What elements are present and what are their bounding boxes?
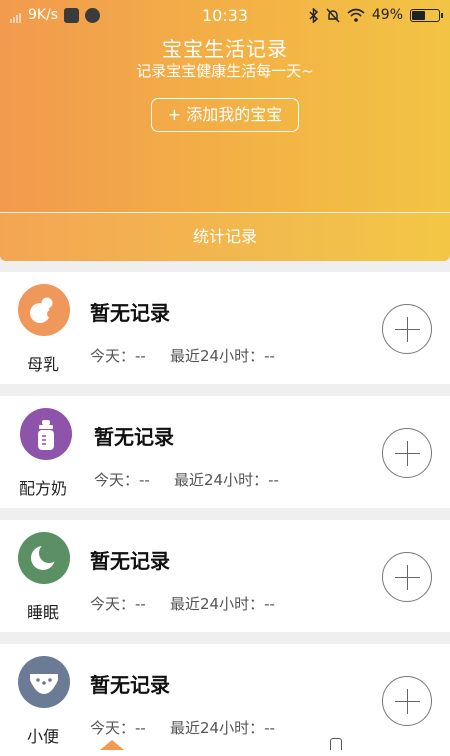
- record-card-formula[interactable]: 配方奶 暂无记录 今天：-- 最近24小时：--: [0, 396, 450, 508]
- category-label: 小便: [26, 727, 59, 746]
- profile-tab-icon[interactable]: [330, 738, 342, 750]
- today-count: 今天：--: [90, 595, 146, 613]
- wifi-icon: [347, 8, 365, 22]
- recent-24h-count: 最近24小时：--: [174, 471, 279, 489]
- add-baby-button[interactable]: + 添加我的宝宝: [151, 98, 299, 132]
- recent-24h-count: 最近24小时：--: [170, 595, 275, 613]
- today-count: 今天：--: [90, 719, 146, 737]
- category-label: 睡眠: [26, 603, 59, 622]
- battery-percent: 49%: [371, 7, 403, 23]
- today-count: 今天：--: [90, 347, 146, 365]
- add-record-button[interactable]: [382, 552, 432, 602]
- record-status: 暂无记录: [94, 425, 174, 449]
- record-status: 暂无记录: [90, 673, 170, 697]
- stats-button[interactable]: 统计记录: [0, 213, 450, 261]
- header: 9K/s 10:33 49% 宝宝生活记录 记录宝宝健康生活每一天~ + 添加我…: [0, 0, 450, 212]
- home-tab-icon[interactable]: [100, 740, 124, 750]
- battery-icon: [410, 8, 443, 22]
- add-record-button[interactable]: [382, 428, 432, 478]
- mute-icon: [326, 8, 340, 22]
- record-card-sleep[interactable]: 睡眠 暂无记录 今天：-- 最近24小时：--: [0, 520, 450, 632]
- record-status: 暂无记录: [90, 549, 170, 573]
- bluetooth-icon: [309, 7, 318, 23]
- record-card-breastfeeding[interactable]: 母乳 暂无记录 今天：-- 最近24小时：--: [0, 272, 450, 384]
- page-title: 宝宝生活记录: [162, 37, 288, 61]
- add-record-button[interactable]: [382, 676, 432, 726]
- diaper-icon: [18, 656, 70, 708]
- page-subtitle: 记录宝宝健康生活每一天~: [136, 62, 314, 80]
- record-status: 暂无记录: [90, 301, 170, 325]
- today-count: 今天：--: [94, 471, 150, 489]
- bottle-icon: [20, 408, 72, 460]
- add-record-button[interactable]: [382, 304, 432, 354]
- recent-24h-count: 最近24小时：--: [170, 347, 275, 365]
- moon-icon: [18, 532, 70, 584]
- status-bar: 9K/s 10:33 49%: [0, 0, 450, 32]
- breastfeeding-icon: [18, 284, 70, 336]
- category-label: 配方奶: [18, 479, 67, 498]
- category-label: 母乳: [26, 355, 59, 374]
- recent-24h-count: 最近24小时：--: [170, 719, 275, 737]
- record-card-urine[interactable]: 小便 暂无记录 今天：-- 最近24小时：--: [0, 644, 450, 756]
